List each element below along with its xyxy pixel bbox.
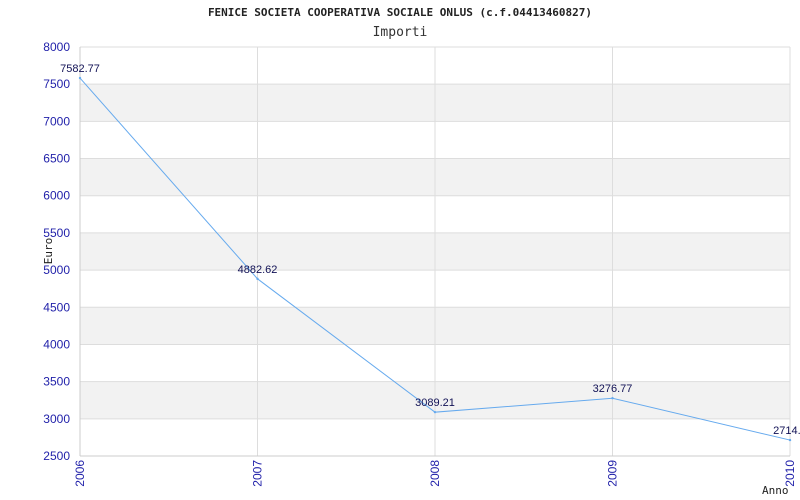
x-tick-label: 2006 (73, 460, 87, 487)
y-tick-label: 7500 (43, 77, 70, 91)
data-label: 3276.77 (593, 383, 633, 395)
data-label: 2714.2 (773, 425, 800, 437)
data-point (78, 76, 82, 80)
x-tick-label: 2008 (428, 460, 442, 487)
y-tick-label: 4500 (43, 300, 70, 314)
x-axis-label: Anno (762, 484, 789, 497)
y-tick-label: 2500 (43, 449, 70, 463)
y-tick-label: 8000 (43, 40, 70, 54)
x-tick-label: 2010 (783, 460, 797, 487)
x-tick-label: 2007 (251, 460, 265, 487)
y-tick-label: 6000 (43, 189, 70, 203)
y-axis-label: Euro (42, 238, 55, 265)
data-label: 7582.77 (60, 63, 100, 75)
y-tick-label: 4000 (43, 337, 70, 351)
y-tick-label: 3500 (43, 375, 70, 389)
data-label: 3089.21 (415, 397, 455, 409)
x-axis-ticks: 2006 2007 2008 2009 2010 (73, 460, 797, 487)
data-point (788, 438, 792, 442)
y-tick-label: 6500 (43, 152, 70, 166)
data-label: 4882.62 (238, 264, 278, 276)
y-tick-label: 3000 (43, 412, 70, 426)
line-chart: 2500300035004000450050005500600065007000… (42, 40, 800, 497)
y-tick-label: 7000 (43, 114, 70, 128)
x-tick-label: 2009 (606, 460, 620, 487)
data-point (433, 410, 437, 414)
data-point (611, 397, 614, 400)
data-point (256, 277, 259, 281)
